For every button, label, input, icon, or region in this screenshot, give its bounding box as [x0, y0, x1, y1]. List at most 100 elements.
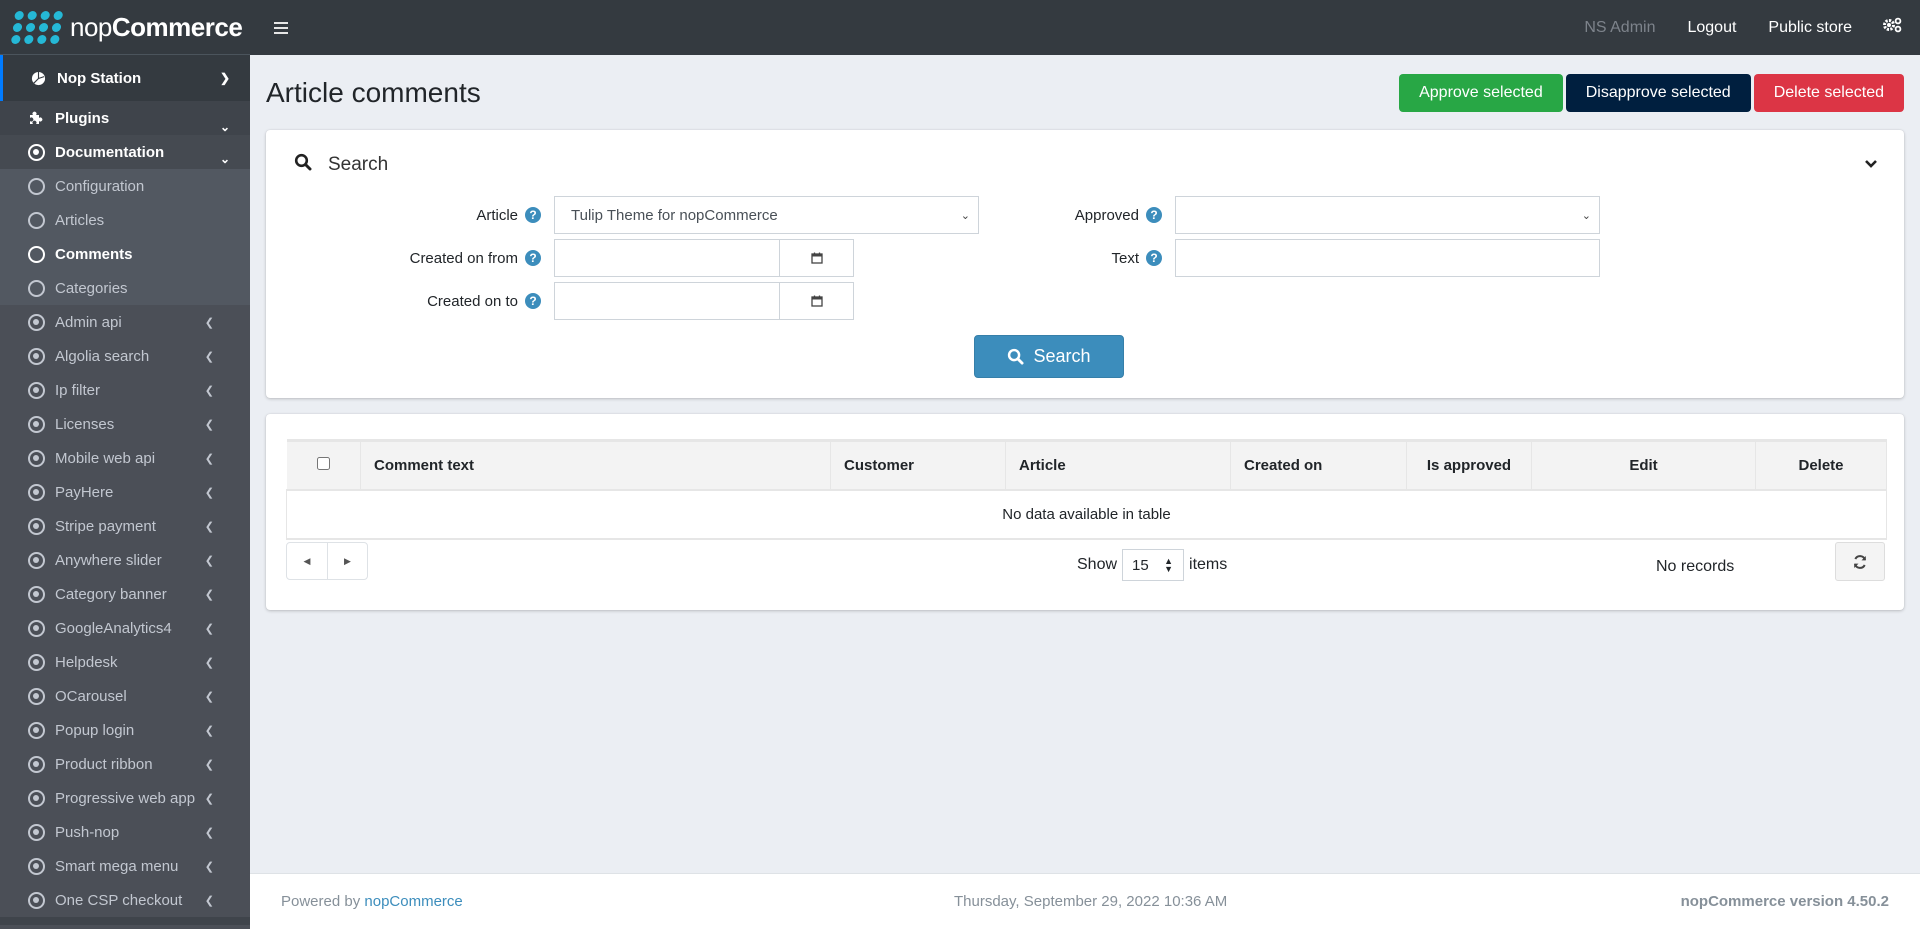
- calendar-icon[interactable]: [780, 239, 854, 277]
- sidebar-item-progressive-web-app[interactable]: Progressive web app ❮: [0, 781, 250, 815]
- sidebar-item-payhere[interactable]: PayHere ❮: [0, 475, 250, 509]
- disapprove-selected-button[interactable]: Disapprove selected: [1565, 73, 1751, 112]
- gears-icon[interactable]: [1882, 17, 1902, 38]
- sidebar-item-articles[interactable]: Articles: [0, 203, 250, 237]
- sidebar-item-category-banner[interactable]: Category banner ❮: [0, 577, 250, 611]
- approved-select[interactable]: ⌄: [1175, 196, 1600, 234]
- sidebar-item-configuration[interactable]: Configuration: [0, 169, 250, 203]
- chevron-left-icon: ❮: [204, 486, 214, 499]
- sidebar-item-label: Licenses: [55, 415, 115, 433]
- collapse-chevron-icon[interactable]: [1864, 156, 1878, 172]
- sidebar-item-one-csp-checkout[interactable]: One CSP checkout ❮: [0, 883, 250, 917]
- sidebar-item-plugins[interactable]: Plugins ⌄: [0, 101, 250, 135]
- column-is-approved[interactable]: Is approved: [1406, 439, 1532, 491]
- sidebar-item-label: One CSP checkout: [55, 891, 183, 909]
- sidebar-item-label: Categories: [55, 279, 128, 297]
- powered-by-text: Powered by: [281, 893, 361, 910]
- created-to-label-text: Created on to: [427, 292, 518, 310]
- created-from-input[interactable]: [554, 239, 780, 277]
- search-panel-title: Search: [328, 154, 389, 175]
- page-size-select[interactable]: 15 ▲ ▼: [1122, 549, 1185, 581]
- hamburger-menu-icon[interactable]: [274, 21, 288, 34]
- sidebar-item-categories[interactable]: Categories: [0, 271, 250, 305]
- brand-logo[interactable]: nopCommerce: [0, 0, 250, 55]
- sidebar-item-push-nop[interactable]: Push-nop ❮: [0, 815, 250, 849]
- public-store-link[interactable]: Public store: [1768, 19, 1852, 37]
- delete-selected-button[interactable]: Delete selected: [1753, 73, 1904, 112]
- column-article[interactable]: Article: [1005, 439, 1231, 491]
- text-input[interactable]: [1175, 239, 1600, 277]
- select-all-checkbox[interactable]: [316, 456, 330, 470]
- column-comment-text[interactable]: Comment text: [360, 439, 831, 491]
- sidebar-item-nop-station[interactable]: Nop Station ❯: [0, 55, 250, 101]
- sidebar-item-label: Algolia search: [55, 347, 150, 365]
- circle-icon: [27, 211, 45, 229]
- previous-page-icon[interactable]: ◀: [287, 543, 327, 579]
- search-button-label: Search: [1033, 346, 1091, 366]
- next-page-icon[interactable]: ▶: [327, 543, 367, 579]
- sidebar-item-smart-mega-menu[interactable]: Smart mega menu ❮: [0, 849, 250, 883]
- sidebar-item-algolia-search[interactable]: Algolia search ❮: [0, 339, 250, 373]
- search-button[interactable]: Search: [974, 335, 1124, 378]
- approve-selected-button[interactable]: Approve selected: [1399, 73, 1563, 112]
- search-panel: Search Article ? Tulip Theme for nopComm…: [266, 130, 1904, 398]
- refresh-button[interactable]: [1835, 542, 1885, 581]
- sidebar-item-label: GoogleAnalytics4: [55, 619, 172, 637]
- help-icon[interactable]: ?: [525, 207, 541, 223]
- items-label: items: [1189, 556, 1228, 573]
- sidebar-item-documentation[interactable]: Documentation ⌄: [0, 135, 250, 169]
- sidebar-item-label: Comments: [55, 245, 133, 263]
- sidebar-item-stripe-payment[interactable]: Stripe payment ❮: [0, 509, 250, 543]
- sidebar-divider: [0, 917, 250, 925]
- sidebar-item-label: Nop Station: [57, 69, 142, 87]
- chevron-left-icon: ❮: [204, 724, 214, 737]
- logout-link[interactable]: Logout: [1687, 19, 1736, 37]
- sidebar-item-admin-api[interactable]: Admin api ❮: [0, 305, 250, 339]
- dot-circle-icon: [27, 891, 45, 909]
- sidebar-item-label: Admin api: [55, 313, 122, 331]
- created-to-input[interactable]: [554, 282, 780, 320]
- calendar-icon[interactable]: [780, 282, 854, 320]
- article-select-value: Tulip Theme for nopCommerce: [571, 206, 778, 224]
- help-icon[interactable]: ?: [1146, 207, 1162, 223]
- sidebar-item-anywhere-slider[interactable]: Anywhere slider ❮: [0, 543, 250, 577]
- show-label: Show: [1077, 556, 1118, 573]
- column-created-on[interactable]: Created on: [1230, 439, 1407, 491]
- help-icon[interactable]: ?: [1146, 250, 1162, 266]
- sidebar-item-helpdesk[interactable]: Helpdesk ❮: [0, 645, 250, 679]
- column-delete: Delete: [1755, 439, 1887, 491]
- sidebar-item-ip-filter[interactable]: Ip filter ❮: [0, 373, 250, 407]
- sidebar-item-mobile-web-api[interactable]: Mobile web api ❮: [0, 441, 250, 475]
- plugin-menu-list: Admin api ❮ Algolia search ❮ Ip filter ❮ Licen…: [0, 305, 250, 925]
- dot-circle-icon: [27, 585, 45, 603]
- sidebar-item-comments[interactable]: Comments: [0, 237, 250, 271]
- column-customer[interactable]: Customer: [830, 439, 1006, 491]
- sidebar-item-label: OCarousel: [55, 687, 127, 705]
- search-icon: [294, 153, 312, 177]
- sidebar-item-ocarousel[interactable]: OCarousel ❮: [0, 679, 250, 713]
- current-user-link[interactable]: NS Admin: [1584, 19, 1655, 37]
- sidebar-item-label: Stripe payment: [55, 517, 156, 535]
- empty-table-message: No data available in table: [286, 489, 1887, 540]
- chevron-left-icon: ❮: [204, 622, 214, 635]
- records-info: No records: [1656, 558, 1735, 575]
- sidebar-item-popup-login[interactable]: Popup login ❮: [0, 713, 250, 747]
- text-label-text: Text: [1111, 249, 1139, 267]
- dot-circle-icon: [27, 449, 45, 467]
- chevron-left-icon: ❮: [204, 418, 214, 431]
- article-select[interactable]: Tulip Theme for nopCommerce ⌄: [554, 196, 979, 234]
- nopcommerce-link[interactable]: nopCommerce: [364, 893, 462, 910]
- sidebar-item-googleanalytics4[interactable]: GoogleAnalytics4 ❮: [0, 611, 250, 645]
- sidebar-item-product-ribbon[interactable]: Product ribbon ❮: [0, 747, 250, 781]
- dot-circle-icon: [27, 721, 45, 739]
- chevron-left-icon: ❮: [204, 588, 214, 601]
- search-panel-header[interactable]: Search: [266, 130, 1904, 200]
- comments-grid: Comment text Customer Article Created on…: [266, 414, 1904, 610]
- sidebar-item-label: Anywhere slider: [55, 551, 162, 569]
- help-icon[interactable]: ?: [525, 250, 541, 266]
- help-icon[interactable]: ?: [525, 293, 541, 309]
- chevron-left-icon: ❮: [204, 384, 214, 397]
- chevron-left-icon: ❮: [204, 520, 214, 533]
- sidebar-item-label: Smart mega menu: [55, 857, 179, 875]
- sidebar-item-licenses[interactable]: Licenses ❮: [0, 407, 250, 441]
